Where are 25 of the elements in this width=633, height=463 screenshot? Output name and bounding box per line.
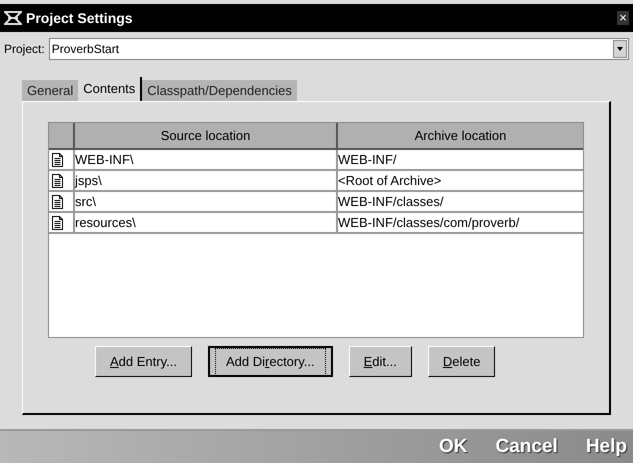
document-icon: [52, 194, 63, 208]
table-cell: src\: [75, 192, 338, 211]
column-header: Source location: [75, 123, 338, 148]
table-cell-text: WEB-INF/: [338, 150, 398, 169]
action-button[interactable]: Add Entry...: [95, 346, 192, 377]
tab[interactable]: General: [22, 80, 78, 101]
tab[interactable]: Classpath/Dependencies: [142, 80, 297, 101]
document-icon: [52, 152, 63, 166]
window-title: Project Settings: [26, 8, 134, 28]
table-cell: jsps\: [75, 171, 338, 190]
document-icon: [52, 216, 63, 230]
table-cell-text: <Root of Archive>: [338, 172, 442, 190]
project-dropdown[interactable]: ProverbStart: [48, 38, 629, 60]
action-button[interactable]: Edit...: [348, 346, 412, 377]
project-label: Project:: [4, 41, 45, 58]
action-button[interactable]: Add Directory...: [208, 346, 333, 377]
table-cell: WEB-INF\: [75, 150, 338, 169]
document-icon: [52, 174, 63, 188]
app-logo-icon: [4, 10, 22, 26]
table-cell-text: WEB-INF/classes/: [338, 192, 444, 211]
table-cell-text: WEB-INF/classes/com/proverb/: [338, 214, 520, 232]
column-header: Archive location: [414, 126, 508, 145]
table-cell: resources\: [75, 213, 338, 232]
action-button[interactable]: Delete: [428, 346, 496, 377]
close-button[interactable]: ×: [617, 11, 629, 25]
